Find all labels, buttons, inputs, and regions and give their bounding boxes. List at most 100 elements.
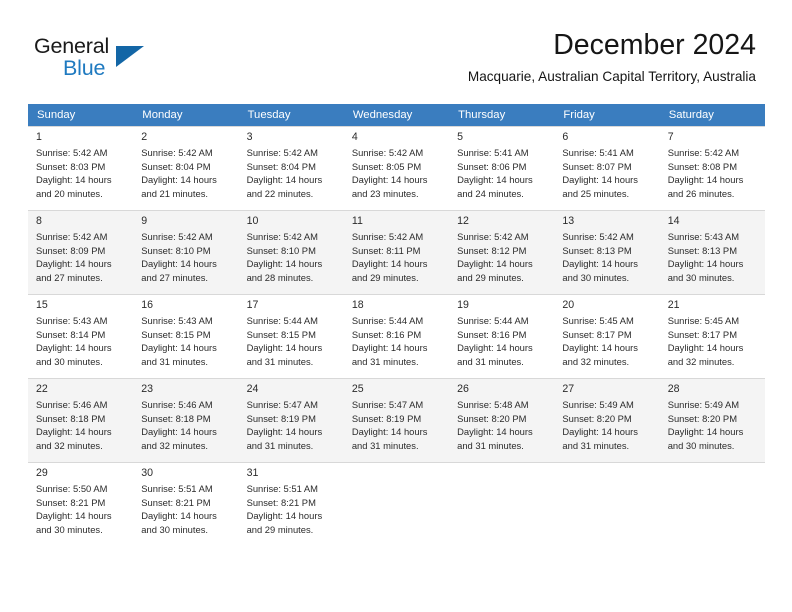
general-blue-logo[interactable]: General Blue (34, 34, 214, 84)
day-number: 31 (246, 467, 259, 479)
day-daylight-line1: Daylight: 14 hours (562, 174, 638, 186)
calendar-day-cell[interactable]: 31 Sunrise: 5:51 AM Sunset: 8:21 PM Dayligh… (238, 462, 344, 546)
calendar-day-cell[interactable]: 8 Sunrise: 5:42 AM Sunset: 8:09 PM Daylight… (28, 210, 134, 294)
day-number: 22 (36, 383, 48, 395)
calendar-cell-empty (343, 462, 450, 546)
cell-inner: 9 Sunrise: 5:42 AM Sunset: 8:10 PM Daylight… (133, 210, 239, 294)
day-sunrise: Sunrise: 5:43 AM (141, 315, 213, 326)
day-number: 4 (351, 131, 358, 143)
day-daylight-line2: and 29 minutes. (457, 271, 524, 283)
cell-inner: 12 Sunrise: 5:42 AM Sunset: 8:12 PM Dayligh… (449, 210, 555, 294)
day-daylight-line2: and 21 minutes. (141, 187, 208, 199)
day-daylight-line2: and 29 minutes. (246, 523, 314, 535)
cell-inner: 28 Sunrise: 5:49 AM Sunset: 8:20 PM Dayligh… (659, 378, 765, 462)
day-daylight-line2: and 31 minutes. (141, 355, 208, 367)
day-sunset: Sunset: 8:16 PM (457, 328, 527, 340)
day-sunset: Sunset: 8:20 PM (562, 412, 632, 424)
calendar-cell-empty (554, 462, 660, 546)
calendar-day-cell[interactable]: 3 Sunrise: 5:42 AM Sunset: 8:04 PM Daylight… (238, 126, 344, 210)
calendar-day-cell[interactable]: 25 Sunrise: 5:47 AM Sunset: 8:19 PM Dayligh… (343, 378, 450, 462)
day-sunrise: Sunrise: 5:45 AM (667, 315, 740, 326)
day-daylight-line1: Daylight: 14 hours (457, 426, 533, 438)
day-daylight-line1: Daylight: 14 hours (141, 174, 217, 186)
calendar-day-cell[interactable]: 28 Sunrise: 5:49 AM Sunset: 8:20 PM Dayligh… (659, 378, 765, 462)
day-number: 12 (457, 215, 469, 227)
calendar-day-cell[interactable]: 14 Sunrise: 5:43 AM Sunset: 8:13 PM Dayligh… (659, 210, 765, 294)
location-subtitle: Macquarie, Australian Capital Territory,… (467, 69, 756, 84)
day-sunset: Sunset: 8:21 PM (141, 496, 211, 508)
calendar-day-cell[interactable]: 12 Sunrise: 5:42 AM Sunset: 8:12 PM Dayligh… (449, 210, 555, 294)
day-sunset: Sunset: 8:14 PM (36, 328, 106, 340)
cell-inner: 18 Sunrise: 5:44 AM Sunset: 8:16 PM Dayligh… (343, 294, 450, 378)
day-daylight-line1: Daylight: 14 hours (562, 258, 638, 270)
day-sunrise: Sunrise: 5:46 AM (141, 399, 213, 410)
page-title: December 2024 (553, 29, 756, 61)
day-number: 20 (562, 299, 575, 311)
calendar-day-cell[interactable]: 19 Sunrise: 5:44 AM Sunset: 8:16 PM Dayligh… (449, 294, 555, 378)
day-daylight-line1: Daylight: 14 hours (246, 426, 323, 438)
cell-inner: 23 Sunrise: 5:46 AM Sunset: 8:18 PM Dayligh… (133, 378, 239, 462)
calendar-week-row: 1 Sunrise: 5:42 AM Sunset: 8:03 PM Daylight… (28, 126, 765, 210)
day-daylight-line2: and 26 minutes. (667, 187, 735, 199)
calendar-day-cell[interactable]: 10 Sunrise: 5:42 AM Sunset: 8:10 PM Dayligh… (238, 210, 344, 294)
day-daylight-line2: and 30 minutes. (141, 523, 208, 535)
day-daylight-line1: Daylight: 14 hours (667, 258, 744, 270)
day-sunrise: Sunrise: 5:42 AM (141, 147, 213, 158)
calendar-day-cell[interactable]: 5 Sunrise: 5:41 AM Sunset: 8:06 PM Daylight… (449, 126, 555, 210)
cell-inner: 5 Sunrise: 5:41 AM Sunset: 8:06 PM Daylight… (449, 126, 555, 210)
day-sunset: Sunset: 8:06 PM (457, 160, 527, 172)
day-daylight-line2: and 30 minutes. (667, 271, 735, 283)
calendar-day-cell[interactable]: 2 Sunrise: 5:42 AM Sunset: 8:04 PM Daylight… (133, 126, 239, 210)
cell-inner (554, 462, 660, 546)
calendar-grid: Sunday Monday Tuesday Wednesday Thursday… (28, 104, 765, 546)
day-daylight-line2: and 31 minutes. (457, 439, 524, 451)
day-daylight-line2: and 31 minutes. (562, 439, 630, 451)
day-sunrise: Sunrise: 5:44 AM (457, 315, 529, 326)
calendar-week-row: 29 Sunrise: 5:50 AM Sunset: 8:21 PM Dayligh… (28, 462, 765, 546)
calendar-day-cell[interactable]: 1 Sunrise: 5:42 AM Sunset: 8:03 PM Daylight… (28, 126, 134, 210)
calendar-day-cell[interactable]: 7 Sunrise: 5:42 AM Sunset: 8:08 PM Daylight… (659, 126, 765, 210)
day-number: 6 (562, 131, 569, 143)
calendar-day-cell[interactable]: 6 Sunrise: 5:41 AM Sunset: 8:07 PM Daylight… (554, 126, 660, 210)
calendar-day-cell[interactable]: 16 Sunrise: 5:43 AM Sunset: 8:15 PM Dayligh… (133, 294, 239, 378)
calendar-day-cell[interactable]: 13 Sunrise: 5:42 AM Sunset: 8:13 PM Dayligh… (554, 210, 660, 294)
calendar-day-cell[interactable]: 23 Sunrise: 5:46 AM Sunset: 8:18 PM Dayligh… (133, 378, 239, 462)
day-sunset: Sunset: 8:08 PM (667, 160, 737, 172)
day-sunset: Sunset: 8:10 PM (141, 244, 211, 256)
cell-inner: 8 Sunrise: 5:42 AM Sunset: 8:09 PM Daylight… (28, 210, 134, 294)
day-sunset: Sunset: 8:15 PM (246, 328, 316, 340)
calendar-day-cell[interactable]: 4 Sunrise: 5:42 AM Sunset: 8:05 PM Daylight… (343, 126, 450, 210)
day-daylight-line2: and 30 minutes. (562, 271, 630, 283)
day-number: 10 (246, 215, 259, 227)
day-daylight-line1: Daylight: 14 hours (667, 342, 744, 354)
day-number: 5 (457, 131, 464, 143)
calendar-day-cell[interactable]: 26 Sunrise: 5:48 AM Sunset: 8:20 PM Dayligh… (449, 378, 555, 462)
day-number: 8 (36, 215, 42, 227)
day-sunset: Sunset: 8:17 PM (562, 328, 632, 340)
calendar-day-cell[interactable]: 22 Sunrise: 5:46 AM Sunset: 8:18 PM Dayligh… (28, 378, 134, 462)
cell-inner: 7 Sunrise: 5:42 AM Sunset: 8:08 PM Daylight… (659, 126, 765, 210)
cell-inner: 13 Sunrise: 5:42 AM Sunset: 8:13 PM Dayligh… (554, 210, 660, 294)
calendar-day-cell[interactable]: 20 Sunrise: 5:45 AM Sunset: 8:17 PM Dayligh… (554, 294, 660, 378)
day-daylight-line1: Daylight: 14 hours (351, 258, 428, 270)
calendar-day-cell[interactable]: 29 Sunrise: 5:50 AM Sunset: 8:21 PM Dayligh… (28, 462, 134, 546)
day-number: 28 (667, 383, 680, 395)
day-daylight-line2: and 31 minutes. (351, 439, 419, 451)
calendar-day-cell[interactable]: 24 Sunrise: 5:47 AM Sunset: 8:19 PM Dayligh… (238, 378, 344, 462)
calendar-day-cell[interactable]: 30 Sunrise: 5:51 AM Sunset: 8:21 PM Dayligh… (133, 462, 239, 546)
day-sunset: Sunset: 8:20 PM (667, 412, 737, 424)
cell-inner: 15 Sunrise: 5:43 AM Sunset: 8:14 PM Dayligh… (28, 294, 134, 378)
cell-inner: 11 Sunrise: 5:42 AM Sunset: 8:11 PM Dayligh… (343, 210, 450, 294)
day-sunset: Sunset: 8:13 PM (667, 244, 737, 256)
calendar-day-cell[interactable]: 9 Sunrise: 5:42 AM Sunset: 8:10 PM Daylight… (133, 210, 239, 294)
calendar-day-cell[interactable]: 27 Sunrise: 5:49 AM Sunset: 8:20 PM Dayligh… (554, 378, 660, 462)
calendar-day-cell[interactable]: 21 Sunrise: 5:45 AM Sunset: 8:17 PM Dayligh… (659, 294, 765, 378)
day-daylight-line2: and 32 minutes. (667, 355, 735, 367)
calendar-day-cell[interactable]: 17 Sunrise: 5:44 AM Sunset: 8:15 PM Dayligh… (238, 294, 344, 378)
day-number: 30 (141, 467, 154, 479)
cell-inner: 14 Sunrise: 5:43 AM Sunset: 8:13 PM Dayligh… (659, 210, 765, 294)
calendar-day-cell[interactable]: 18 Sunrise: 5:44 AM Sunset: 8:16 PM Dayligh… (343, 294, 450, 378)
day-daylight-line1: Daylight: 14 hours (141, 258, 217, 270)
calendar-day-cell[interactable]: 15 Sunrise: 5:43 AM Sunset: 8:14 PM Dayligh… (28, 294, 134, 378)
calendar-day-cell[interactable]: 11 Sunrise: 5:42 AM Sunset: 8:11 PM Dayligh… (343, 210, 450, 294)
